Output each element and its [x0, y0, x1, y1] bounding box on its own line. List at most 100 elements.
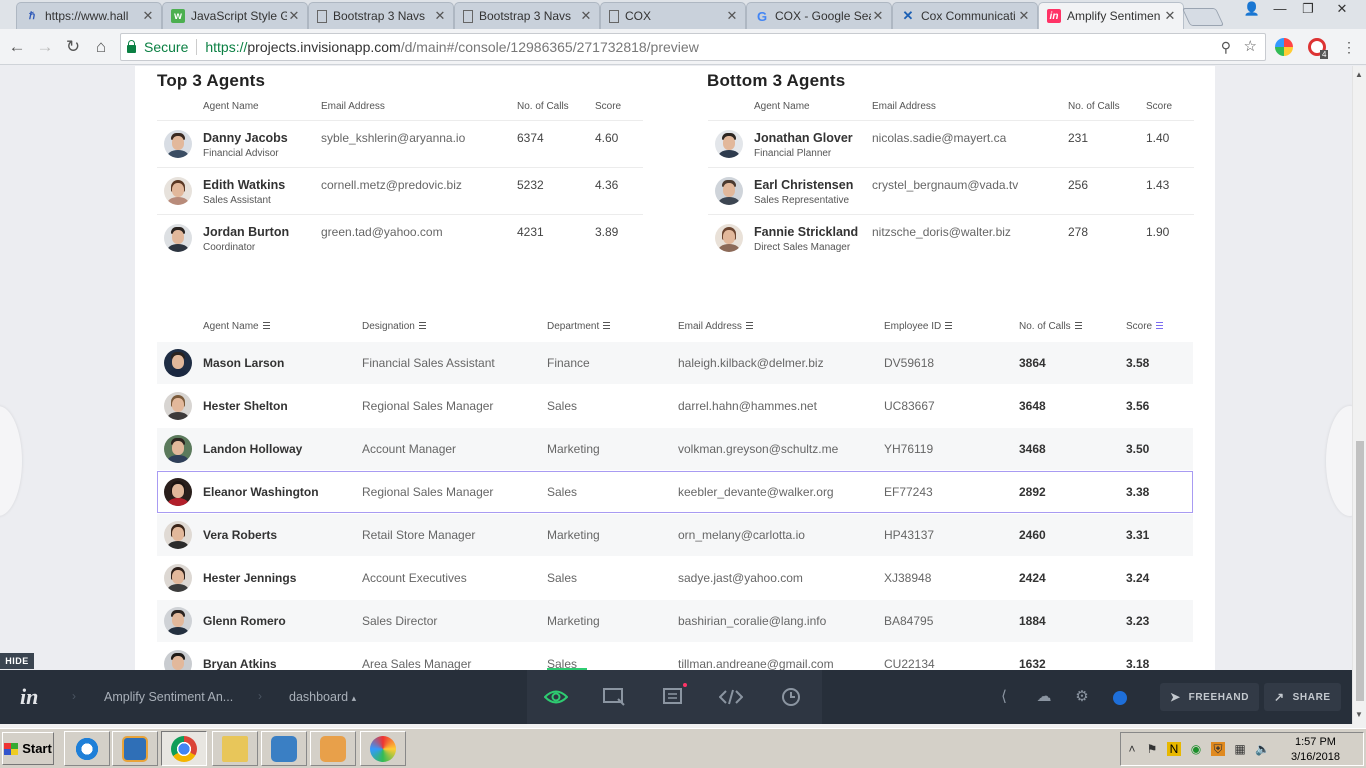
menu-kebab-icon[interactable]: ⋮	[1338, 37, 1360, 59]
close-icon[interactable]: ✕	[725, 8, 739, 24]
norton-icon[interactable]: N	[1167, 742, 1181, 756]
bottom-agent-row[interactable]: Earl Christensen Sales Representative cr…	[708, 167, 1194, 214]
opera-extension-icon[interactable]: 4	[1308, 38, 1329, 59]
table-row[interactable]: Landon Holloway Account Manager Marketin…	[157, 428, 1193, 470]
sort-icon	[1074, 322, 1082, 329]
settings-gear-icon[interactable]: ⚙	[1072, 687, 1092, 707]
restore-button[interactable]: ❐	[1294, 0, 1322, 20]
col-header-employee-id[interactable]: Employee ID	[884, 321, 953, 332]
lync-icon[interactable]	[261, 731, 307, 766]
flag-icon[interactable]: ⚑	[1145, 742, 1159, 756]
col-header-department[interactable]: Department	[547, 321, 611, 332]
freehand-button[interactable]: ➤ FREEHAND	[1160, 683, 1260, 711]
tab-bootstrap-navs-2[interactable]: Bootstrap 3 Navs ✕	[454, 2, 600, 29]
close-icon[interactable]: ✕	[433, 8, 447, 24]
start-button[interactable]: Start	[2, 732, 54, 765]
table-row-selected[interactable]: Eleanor Washington Regional Sales Manage…	[157, 471, 1193, 513]
close-window-button[interactable]: ✕	[1324, 0, 1360, 20]
agent-department: Marketing	[547, 528, 600, 542]
col-header-designation[interactable]: Designation	[362, 321, 426, 332]
history-clock-icon[interactable]	[779, 685, 803, 709]
top-agent-row[interactable]: Edith Watkins Sales Assistant cornell.me…	[157, 167, 643, 214]
prev-screen-handle[interactable]	[0, 406, 22, 516]
top-agent-row[interactable]: Danny Jacobs Financial Advisor syble_ksh…	[157, 120, 643, 167]
agent-email: keebler_devante@walker.org	[678, 485, 834, 499]
scrollbar-thumb[interactable]	[1356, 441, 1364, 701]
table-row[interactable]: Bryan Atkins Area Sales Manager Sales ti…	[157, 643, 1193, 670]
close-icon[interactable]: ✕	[1163, 8, 1177, 24]
build-mode-icon[interactable]	[602, 685, 626, 709]
secure-indicator[interactable]: Secure	[127, 39, 188, 55]
top-agent-row[interactable]: Jordan Burton Coordinator green.tad@yaho…	[157, 214, 643, 261]
tab-cox[interactable]: COX ✕	[600, 2, 746, 29]
minimize-button[interactable]: —	[1266, 0, 1294, 20]
close-icon[interactable]: ✕	[287, 8, 301, 24]
network-icon[interactable]: ▦	[1233, 742, 1247, 756]
table-row[interactable]: Glenn Romero Sales Director Marketing ba…	[157, 600, 1193, 642]
bottom-agent-row[interactable]: Jonathan Glover Financial Planner nicola…	[708, 120, 1194, 167]
paint-icon[interactable]	[360, 731, 406, 766]
project-breadcrumb[interactable]: Amplify Sentiment An...	[104, 690, 233, 704]
sync-icon[interactable]: ◉	[1189, 742, 1203, 756]
chrome-icon[interactable]	[161, 731, 207, 766]
user-avatar-icon[interactable]	[1113, 691, 1127, 705]
table-row[interactable]: Mason Larson Financial Sales Assistant F…	[157, 342, 1193, 384]
agent-designation: Financial Sales Assistant	[362, 356, 495, 370]
agent-email: cornell.metz@predovic.biz	[321, 178, 462, 192]
zoom-icon[interactable]: ⚲	[1221, 39, 1231, 56]
comment-icon[interactable]	[661, 683, 687, 709]
close-icon[interactable]: ✕	[1017, 8, 1031, 24]
color-extension-icon[interactable]	[1275, 38, 1293, 56]
media-player-icon[interactable]	[112, 731, 158, 766]
cloud-download-icon[interactable]: ☁	[1034, 687, 1054, 707]
col-header-agent-name[interactable]: Agent Name	[203, 321, 270, 332]
table-row[interactable]: Vera Roberts Retail Store Manager Market…	[157, 514, 1193, 556]
col-header-score[interactable]: Score	[1126, 321, 1164, 332]
internet-explorer-icon[interactable]	[64, 731, 110, 766]
security-icon[interactable]: ⛨	[1211, 742, 1225, 756]
screen-breadcrumb[interactable]: dashboard ▴	[289, 690, 356, 704]
tab-cox-communications[interactable]: ✕ Cox Communicati ✕	[892, 2, 1038, 29]
hide-toolbar-button[interactable]: HIDE	[0, 653, 34, 669]
tab-cox-google-search[interactable]: G COX - Google Sea ✕	[746, 2, 892, 29]
bottom-agent-row[interactable]: Fannie Strickland Direct Sales Manager n…	[708, 214, 1194, 261]
preview-eye-icon[interactable]	[544, 685, 568, 709]
show-hidden-icons-icon[interactable]: ˄	[1125, 742, 1139, 756]
col-header-calls[interactable]: No. of Calls	[1019, 321, 1082, 332]
clock[interactable]: 1:57 PM 3/16/2018	[1291, 735, 1340, 765]
scroll-down-arrow-icon[interactable]: ▼	[1355, 710, 1363, 719]
address-bar[interactable]: Secure https://projects.invisionapp.com/…	[120, 33, 1266, 61]
back-arrow-icon[interactable]: ←	[6, 37, 28, 59]
outlook-icon[interactable]	[310, 731, 356, 766]
close-icon[interactable]: ✕	[871, 8, 885, 24]
forward-arrow-icon[interactable]: →	[34, 37, 56, 59]
close-icon[interactable]: ✕	[579, 8, 593, 24]
col-header-email[interactable]: Email Address	[678, 321, 753, 332]
tab-amplify-sentiment[interactable]: in Amplify Sentimen ✕	[1038, 2, 1184, 29]
invision-logo[interactable]: in	[20, 684, 38, 710]
tab-bootstrap-navs-1[interactable]: Bootstrap 3 Navs ✕	[308, 2, 454, 29]
agents-table-card: Agent Name Designation Department Email …	[135, 298, 1215, 670]
inspect-code-icon[interactable]	[719, 685, 743, 709]
table-row[interactable]: Hester Jennings Account Executives Sales…	[157, 557, 1193, 599]
bookmark-star-icon[interactable]: ☆	[1244, 37, 1257, 55]
tab-hallmark[interactable]: ℏ https://www.hall ✕	[16, 2, 162, 29]
sort-icon	[418, 322, 426, 329]
volume-icon[interactable]: 🔈	[1255, 742, 1270, 756]
next-screen-handle[interactable]	[1326, 406, 1352, 516]
page-scrollbar[interactable]: ▲ ▼	[1352, 66, 1366, 724]
share-button[interactable]: ↗ SHARE	[1264, 683, 1341, 711]
avatar	[164, 224, 192, 252]
home-icon[interactable]: ⌂	[90, 37, 112, 59]
new-tab-button[interactable]	[1181, 8, 1225, 26]
tab-javascript-style[interactable]: w JavaScript Style G ✕	[162, 2, 308, 29]
share-nodes-icon[interactable]: ⟨	[994, 687, 1014, 707]
file-explorer-icon[interactable]	[212, 731, 258, 766]
close-icon[interactable]: ✕	[141, 8, 155, 24]
scroll-up-arrow-icon[interactable]: ▲	[1355, 70, 1363, 79]
table-row[interactable]: Hester Shelton Regional Sales Manager Sa…	[157, 385, 1193, 427]
profile-icon[interactable]: 👤	[1238, 0, 1266, 20]
agent-name: Fannie Strickland	[754, 225, 859, 239]
avatar	[164, 607, 192, 635]
reload-icon[interactable]: ↻	[62, 37, 84, 59]
